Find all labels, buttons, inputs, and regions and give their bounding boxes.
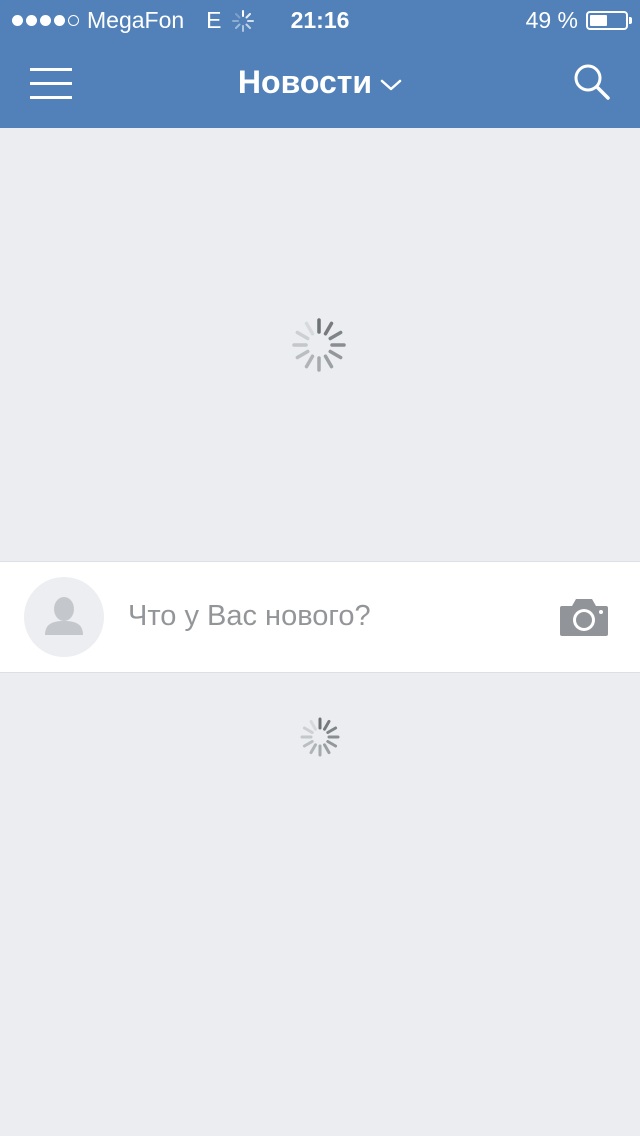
status-bar: MegaFon E 21:16 49 % xyxy=(0,0,640,40)
spinner-tick xyxy=(323,321,334,336)
top-bar: MegaFon E 21:16 49 % Новости xyxy=(0,0,640,128)
spinner-tick xyxy=(328,330,343,341)
spinner-tick xyxy=(309,743,317,755)
loading-spinner-icon xyxy=(300,717,340,757)
new-post-input[interactable]: Что у Вас нового? xyxy=(128,600,371,633)
spinner-tick xyxy=(323,743,331,755)
loading-spinner-icon xyxy=(292,318,346,372)
search-button[interactable] xyxy=(572,62,612,102)
battery-icon xyxy=(586,11,632,30)
camera-icon xyxy=(560,599,608,636)
status-right: 49 % xyxy=(525,7,632,34)
spinner-tick xyxy=(328,349,343,360)
spinner-tick xyxy=(304,321,315,336)
feed-title-dropdown[interactable]: Новости xyxy=(0,64,640,101)
search-icon xyxy=(574,64,610,100)
spinner-tick xyxy=(302,726,314,734)
camera-button[interactable] xyxy=(558,596,610,638)
spinner-tick xyxy=(326,726,338,734)
chevron-down-icon xyxy=(380,79,402,90)
page-title: Новости xyxy=(237,64,373,100)
spinner-tick xyxy=(309,719,317,731)
spinner-tick xyxy=(323,354,334,369)
battery-level-fill xyxy=(590,15,607,26)
spinner-tick xyxy=(295,330,310,341)
spinner-tick xyxy=(295,349,310,360)
new-post-composer[interactable]: Что у Вас нового? xyxy=(0,561,640,673)
avatar[interactable] xyxy=(24,577,104,657)
spinner-tick xyxy=(304,354,315,369)
spinner-tick xyxy=(326,740,338,748)
spinner-tick xyxy=(302,740,314,748)
spinner-tick xyxy=(323,719,331,731)
navigation-bar: Новости xyxy=(0,40,640,128)
battery-percent: 49 % xyxy=(525,7,578,33)
user-placeholder-icon xyxy=(45,597,83,635)
